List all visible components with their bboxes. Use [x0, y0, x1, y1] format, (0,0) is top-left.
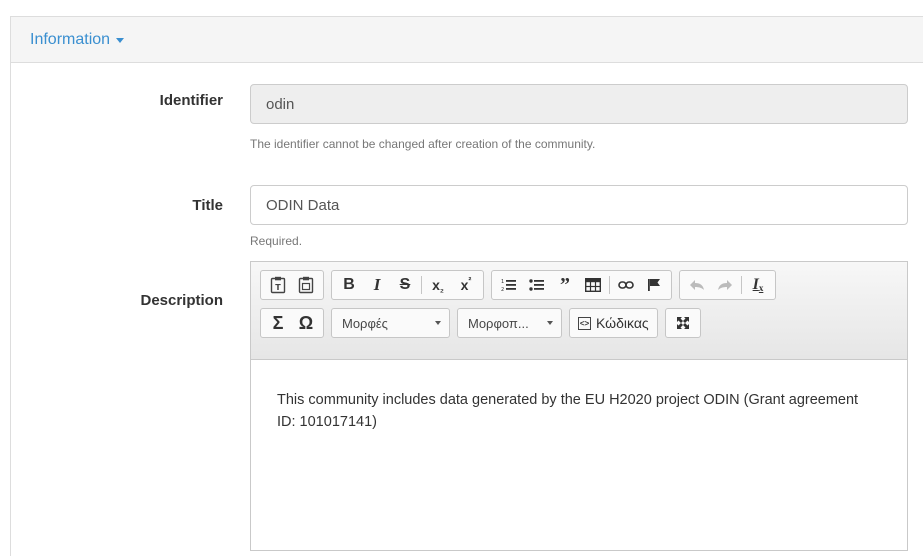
remove-format-icon[interactable]: Ix	[744, 272, 772, 298]
panel-heading: Information	[11, 17, 923, 63]
svg-text:1: 1	[501, 279, 504, 285]
toolbar-row-2: Σ Ω Μορφές Μορφοπ... <> Κώδικας	[260, 306, 907, 340]
toolbar-row-1: T B I S x₂ x² 12 ” I x	[260, 268, 907, 302]
link-icon[interactable]	[612, 272, 640, 298]
description-label: Description	[140, 292, 223, 309]
title-value: ODIN Data	[266, 196, 340, 214]
bold-icon[interactable]: B	[335, 272, 363, 298]
maximize-icon[interactable]	[669, 310, 697, 336]
undo-group: Ix	[679, 270, 776, 300]
toolbar-separator	[741, 276, 742, 294]
svg-text:T: T	[275, 283, 281, 292]
math-icon[interactable]: Σ	[264, 310, 292, 336]
identifier-value: odin	[266, 95, 295, 113]
table-icon[interactable]	[579, 272, 607, 298]
editor-toolbar: T B I S x₂ x² 12 ” I x Σ Ω Μορφές Μορφοπ…	[251, 262, 907, 360]
format-dropdown[interactable]: Μορφοπ...	[457, 308, 562, 338]
description-text: This community includes data generated b…	[277, 392, 859, 430]
basic-style-group: B I S x₂ x²	[331, 270, 484, 300]
special-char-icon[interactable]: Ω	[292, 310, 320, 336]
clipboard-group: T	[260, 270, 324, 300]
strikethrough-icon[interactable]: S	[391, 272, 419, 298]
paste-text-icon[interactable]: T	[264, 272, 292, 298]
bulleted-list-icon[interactable]	[523, 272, 551, 298]
anchor-icon[interactable]	[640, 272, 668, 298]
identifier-help-text: The identifier cannot be changed after c…	[250, 137, 596, 151]
information-toggle[interactable]: Information	[30, 30, 125, 49]
caret-down-icon	[116, 38, 125, 43]
superscript-icon[interactable]: x²	[452, 272, 480, 298]
format-styles-label: Μορφές	[342, 315, 388, 331]
toolbar-separator	[421, 276, 422, 294]
paragraph-group: 12 ”	[491, 270, 672, 300]
source-label: Κώδικας	[596, 315, 649, 331]
identifier-input[interactable]: odin	[250, 84, 908, 124]
format-styles-dropdown[interactable]: Μορφές	[331, 308, 450, 338]
blockquote-icon[interactable]: ”	[551, 272, 579, 298]
source-button[interactable]: <> Κώδικας	[569, 308, 658, 338]
format-label: Μορφοπ...	[468, 315, 529, 331]
identifier-label: Identifier	[159, 92, 223, 109]
redo-icon[interactable]	[711, 272, 739, 298]
chevron-down-icon	[435, 321, 441, 325]
title-help-text: Required.	[250, 234, 303, 248]
title-label: Title	[192, 197, 223, 214]
numbered-list-icon[interactable]: 12	[495, 272, 523, 298]
title-input[interactable]: ODIN Data	[250, 185, 908, 225]
editor-content[interactable]: This community includes data generated b…	[251, 360, 907, 433]
chevron-down-icon	[547, 321, 553, 325]
paste-word-icon[interactable]	[292, 272, 320, 298]
svg-text:2: 2	[501, 287, 504, 292]
information-heading-label: Information	[30, 30, 111, 48]
maximize-group	[664, 308, 701, 338]
source-icon: <>	[578, 316, 591, 330]
description-editor: T B I S x₂ x² 12 ” I x Σ Ω Μορφές Μορφοπ…	[250, 261, 908, 551]
subscript-icon[interactable]: x₂	[424, 272, 452, 298]
italic-icon[interactable]: I	[363, 272, 391, 298]
toolbar-separator	[609, 276, 610, 294]
undo-icon[interactable]	[683, 272, 711, 298]
insert-group: Σ Ω	[260, 308, 324, 338]
